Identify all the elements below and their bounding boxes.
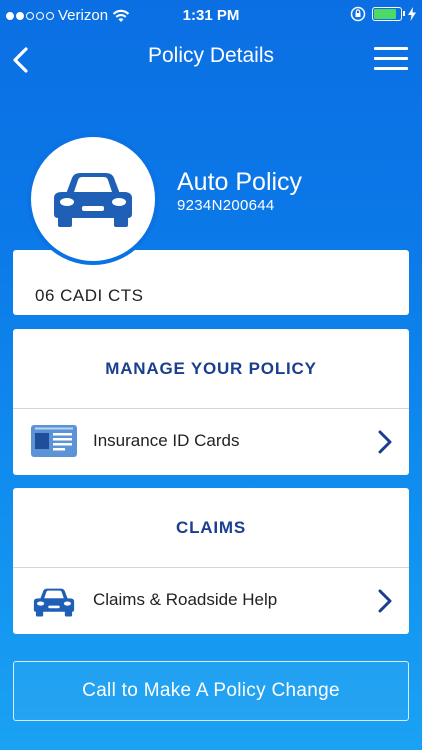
page-title: Policy Details: [147, 44, 275, 67]
manage-policy-card: MANAGE YOUR POLICY Insurance ID Cards: [13, 329, 409, 475]
policy-number: 9234N200644: [177, 197, 275, 214]
chevron-right-icon: [378, 589, 392, 613]
menu-button[interactable]: [374, 47, 408, 73]
vehicle-name: 06 CADI CTS: [35, 286, 144, 305]
insurance-id-cards-row[interactable]: Insurance ID Cards: [13, 409, 409, 475]
battery-icon: [372, 7, 405, 21]
car-icon: [54, 173, 132, 227]
charging-icon: [408, 7, 416, 21]
rotation-lock-icon: [350, 6, 366, 22]
call-policy-change-button[interactable]: Call to Make A Policy Change: [13, 661, 409, 721]
hamburger-menu-icon: [374, 47, 408, 50]
manage-policy-header: MANAGE YOUR POLICY: [13, 329, 409, 409]
claims-roadside-help-row[interactable]: Claims & Roadside Help: [13, 568, 409, 634]
policy-type: Auto Policy: [177, 168, 303, 196]
claims-header: CLAIMS: [13, 488, 409, 568]
car-icon: [33, 588, 75, 617]
status-bar: Verizon 1:31 PM: [0, 0, 422, 32]
policy-avatar: [27, 133, 159, 265]
chevron-right-icon: [378, 430, 392, 454]
nav-bar: Policy Details: [0, 32, 422, 88]
claims-card: CLAIMS Claims & Roadside Help: [13, 488, 409, 634]
claims-roadside-help-label: Claims & Roadside Help: [93, 590, 278, 609]
insurance-id-cards-label: Insurance ID Cards: [93, 431, 240, 450]
status-right: [350, 6, 416, 22]
id-card-icon: [31, 425, 77, 457]
